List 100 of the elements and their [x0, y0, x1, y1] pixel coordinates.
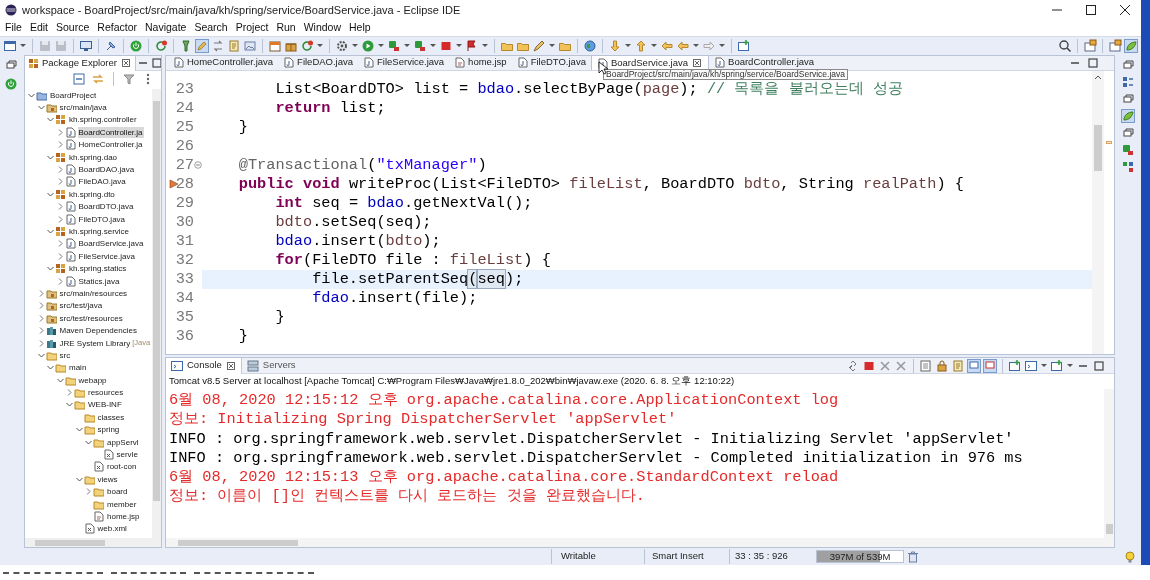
editor-tab[interactable]: FileDTO.java — [511, 55, 591, 70]
tree-item[interactable]: FileService.java — [77, 250, 136, 262]
menu-item[interactable]: Window — [299, 20, 346, 36]
refresh-icon[interactable] — [300, 39, 314, 53]
chevron-right-icon[interactable] — [65, 388, 74, 398]
tree-item[interactable]: servle — [115, 449, 139, 460]
run-icon[interactable] — [413, 39, 427, 53]
editor-tab[interactable]: FileDAO.java — [278, 55, 359, 70]
refresh-icon[interactable] — [154, 39, 168, 53]
tree-item[interactable]: FileDTO.java — [77, 213, 127, 225]
search-icon[interactable] — [1058, 39, 1072, 53]
tree-item[interactable]: kh.spring.statics — [68, 263, 128, 275]
remove-icon[interactable] — [894, 358, 908, 373]
menu-item[interactable]: Project — [231, 20, 273, 36]
tree-item[interactable]: src/test/java — [58, 300, 104, 312]
tree-item[interactable]: spring — [96, 424, 121, 436]
image-icon[interactable] — [243, 39, 257, 53]
menu-item[interactable]: Navigate — [141, 20, 191, 36]
new-window-icon[interactable] — [1050, 358, 1064, 373]
perspective-icon[interactable] — [1083, 39, 1097, 53]
editor-tab[interactable]: BoardController.java — [709, 55, 820, 70]
clear-icon[interactable] — [919, 358, 933, 373]
menu-item[interactable]: Refactor — [93, 20, 141, 36]
leaf-icon[interactable] — [1124, 39, 1138, 53]
scrollbar-thumb[interactable] — [178, 539, 298, 546]
restore-icon[interactable] — [1121, 92, 1135, 106]
tree-item[interactable]: BoardController.ja — [77, 126, 144, 138]
overview-mark[interactable] — [1106, 141, 1112, 144]
console-icon[interactable] — [1024, 358, 1038, 373]
menu-item[interactable]: Run — [272, 20, 300, 36]
menu-item[interactable]: Source — [52, 20, 94, 36]
new-window-icon[interactable] — [737, 39, 751, 53]
collapse-all-icon[interactable] — [72, 72, 86, 86]
tree-item[interactable]: kh.spring.dto — [68, 188, 116, 200]
restore-icon[interactable] — [4, 58, 18, 72]
grid-icon[interactable] — [1121, 160, 1135, 174]
power-icon[interactable] — [4, 77, 18, 91]
outline-icon[interactable] — [1121, 75, 1135, 89]
tree-item[interactable]: HomeController.ja — [77, 139, 144, 151]
scrollbar-thumb[interactable] — [1094, 125, 1102, 171]
panel-tab[interactable]: Servers — [241, 358, 300, 374]
display-icon[interactable] — [983, 358, 997, 373]
tree-item[interactable]: root-con — [106, 461, 138, 473]
tree-item[interactable]: WEB-INF — [87, 399, 123, 411]
tree-item[interactable]: main — [68, 362, 88, 374]
tree-item[interactable]: src — [58, 349, 72, 361]
editor-tab[interactable]: home.jsp — [449, 55, 512, 70]
tree-item[interactable]: Maven Dependencies — [58, 325, 138, 337]
link-icon[interactable] — [91, 72, 105, 86]
save-icon[interactable] — [38, 39, 52, 53]
tree-item[interactable]: resources — [87, 387, 125, 399]
restore-icon[interactable] — [1121, 58, 1135, 72]
scrollbar-thumb[interactable] — [1105, 524, 1113, 534]
close-icon[interactable] — [1117, 2, 1133, 18]
tree-item[interactable]: src/main/resources — [58, 287, 129, 299]
gear-icon[interactable] — [335, 39, 349, 53]
arrow-down-icon[interactable] — [608, 39, 622, 53]
window-icon[interactable] — [3, 39, 17, 53]
save-icon[interactable] — [54, 39, 68, 53]
scrollbar-thumb[interactable] — [35, 539, 105, 546]
run-icon[interactable] — [1121, 143, 1135, 157]
flag-icon[interactable] — [465, 39, 479, 53]
tree-item[interactable]: src/test/resources — [58, 312, 124, 324]
scrollbar-thumb[interactable] — [153, 101, 160, 501]
tree-item[interactable]: kh.spring.dao — [68, 151, 119, 163]
tree-item[interactable]: webapp — [77, 374, 108, 386]
remove-icon[interactable] — [878, 358, 892, 373]
play-icon[interactable] — [361, 39, 375, 53]
pencil-icon[interactable] — [195, 39, 209, 53]
tree-item[interactable]: FileDAO.java — [77, 176, 127, 188]
tree-item[interactable]: appServl — [106, 436, 140, 448]
chevron-right-icon[interactable] — [84, 487, 93, 497]
lock-icon[interactable] — [935, 358, 949, 373]
new-window-icon[interactable] — [1008, 358, 1022, 373]
globe-icon[interactable] — [583, 39, 597, 53]
panel-tab[interactable]: Package Explorer — [25, 56, 136, 71]
tree-item[interactable]: home.jsp — [106, 510, 141, 522]
tree-item[interactable]: BoardDTO.java — [77, 201, 135, 213]
run-icon[interactable] — [387, 39, 401, 53]
document-icon[interactable] — [951, 358, 965, 373]
pencil-icon[interactable] — [532, 39, 546, 53]
leaf-icon[interactable] — [1121, 109, 1135, 123]
pin-icon[interactable] — [967, 358, 981, 373]
chevron-down-icon[interactable] — [46, 227, 55, 236]
monitor-icon[interactable] — [79, 39, 93, 53]
collapse-icon[interactable] — [194, 161, 202, 169]
editor-tab[interactable]: HomeController.java — [168, 55, 279, 70]
menu-item[interactable]: Edit — [25, 20, 52, 36]
menu-item[interactable]: Search — [190, 20, 232, 36]
maximize-icon[interactable] — [1083, 2, 1099, 18]
tree-item[interactable]: BoardService.java — [77, 238, 145, 250]
document-icon[interactable] — [227, 39, 241, 53]
tree-item[interactable]: views — [96, 473, 119, 485]
tree-item[interactable]: JRE System Library — [58, 337, 132, 349]
tree-item[interactable]: BoardProject — [49, 89, 98, 101]
tree-item[interactable]: kh.spring.controller — [68, 114, 138, 126]
arrow-left-icon[interactable] — [676, 39, 690, 53]
power-icon[interactable] — [129, 39, 143, 53]
stop-icon[interactable] — [439, 39, 453, 53]
lightbulb-icon[interactable] — [1123, 549, 1137, 564]
